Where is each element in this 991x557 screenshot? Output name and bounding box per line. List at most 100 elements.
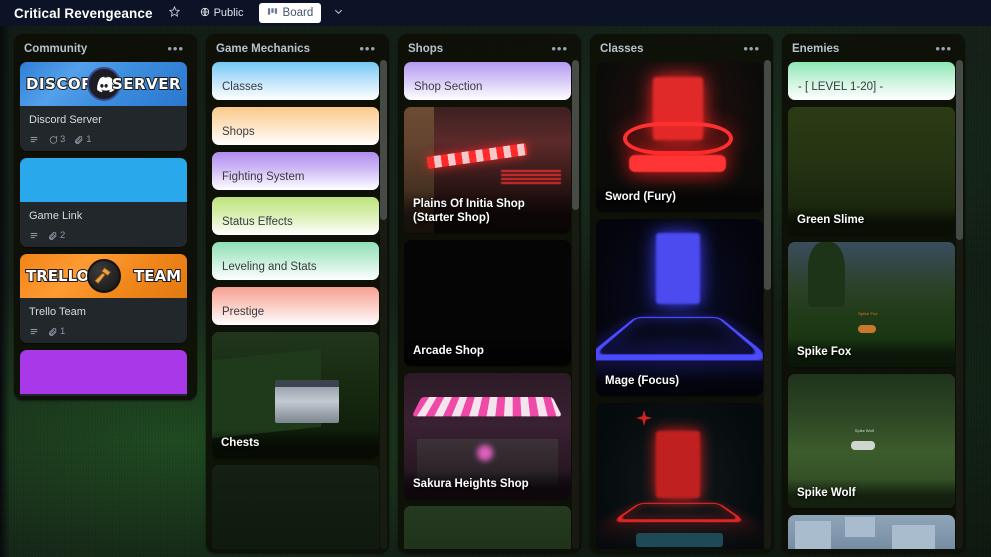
card-title: Chests	[212, 429, 379, 458]
card-dev-team[interactable]: Dev Team 1	[20, 350, 187, 396]
card-title: Shops	[222, 126, 255, 138]
list-actions-button[interactable]: •••	[164, 42, 187, 55]
card-status-effects[interactable]: Status Effects	[212, 197, 379, 235]
list-actions-button[interactable]: •••	[740, 42, 763, 55]
visibility-button[interactable]: Public	[196, 4, 248, 23]
list-cards: Classes Shops Fighting System Status Eff…	[212, 62, 385, 549]
card-badges: 2	[29, 230, 178, 241]
attachment-badge: 1	[74, 134, 92, 145]
list-cards: Shop Section Plains Of Initia Shop (Star…	[404, 62, 577, 549]
card-green-slime[interactable]: Green Slime	[788, 107, 955, 235]
list-scrollbar[interactable]	[764, 60, 771, 549]
star-button[interactable]	[165, 4, 185, 23]
card-shop-section[interactable]: Shop Section	[404, 62, 571, 100]
card-title: Spike Fox	[788, 338, 955, 367]
list-scroll-thumb[interactable]	[764, 60, 771, 290]
card-title: Sword (Fury)	[596, 183, 763, 212]
card-trello-team[interactable]: TRELLO TEAM Trello Team 1	[20, 254, 187, 343]
card-fighting-system[interactable]: Fighting System	[212, 152, 379, 190]
list-enemies: Enemies ••• - [ LEVEL 1-20] - Green Slim…	[782, 34, 965, 553]
list-scroll-thumb[interactable]	[572, 60, 579, 210]
attachment-count: 2	[60, 230, 66, 241]
card-potion-shop[interactable]: Potion Shop	[404, 506, 571, 549]
list-shops: Shops ••• Shop Section Plains Of Initia …	[398, 34, 581, 553]
list-title: Community	[24, 43, 88, 55]
card-title: Leveling and Stats	[222, 261, 317, 273]
board-title: Critical Revengeance	[14, 5, 153, 21]
attachment-icon	[48, 327, 58, 337]
board-lists-container: Community ••• DISCORD SERVER Discord Ser…	[0, 26, 991, 557]
attachment-count: 1	[86, 134, 92, 145]
card-level-range[interactable]: - [ LEVEL 1-20] -	[788, 62, 955, 100]
card-thorn-wolf[interactable]: Thorn Wolf	[788, 515, 955, 549]
zipline-image-cover	[212, 465, 379, 549]
card-chests[interactable]: Chests	[212, 332, 379, 458]
card-title: Discord Server	[29, 114, 102, 126]
card-game-link[interactable]: Game Link 2	[20, 158, 187, 247]
card-title: Sakura Heights Shop	[404, 470, 571, 499]
list-actions-button[interactable]: •••	[932, 42, 955, 55]
list-title: Shops	[408, 43, 444, 55]
card-title: Spike Wolf	[788, 479, 955, 508]
list-scrollbar[interactable]	[380, 60, 387, 549]
card-sword-fury[interactable]: Sword (Fury)	[596, 62, 763, 212]
card-title: Plains Of Initia Shop (Starter Shop)	[404, 190, 571, 233]
view-dropdown-button[interactable]	[327, 4, 349, 23]
card-body: Discord Server 3 1	[20, 106, 187, 151]
description-icon	[29, 231, 39, 241]
description-badge	[29, 327, 39, 337]
card-discord-server[interactable]: DISCORD SERVER Discord Server 3 1	[20, 62, 187, 151]
card-sakura-heights-shop[interactable]: Sakura Heights Shop	[404, 373, 571, 499]
attachment-badge: 1	[48, 326, 65, 337]
list-classes: Classes ••• Sword (Fury) Mage (Focus)	[590, 34, 773, 553]
board-top-bar: Critical Revengeance Public Board	[0, 0, 991, 26]
card-title: - [ LEVEL 1-20] -	[798, 81, 884, 93]
card-plains-of-initia-shop[interactable]: Plains Of Initia Shop (Starter Shop)	[404, 107, 571, 233]
card-spike-fox[interactable]: Spike Fox Spike Fox	[788, 242, 955, 367]
card-title: Fighting System	[222, 171, 305, 183]
list-community: Community ••• DISCORD SERVER Discord Ser…	[14, 34, 197, 400]
star-icon	[168, 4, 181, 22]
list-scroll-thumb[interactable]	[380, 60, 387, 220]
card-body: Dev Team 1	[20, 394, 187, 396]
list-scroll-thumb[interactable]	[956, 60, 963, 240]
list-scrollbar[interactable]	[956, 60, 963, 549]
thorn-wolf-image-cover: Thorn Wolf	[788, 515, 955, 549]
description-badge	[29, 135, 39, 145]
list-actions-button[interactable]: •••	[548, 42, 571, 55]
list-title: Game Mechanics	[216, 43, 310, 55]
card-title: Arcade Shop	[404, 337, 571, 366]
card-leveling-and-stats[interactable]: Leveling and Stats	[212, 242, 379, 280]
comment-count: 3	[60, 134, 66, 145]
comment-icon	[48, 135, 58, 145]
attachment-count: 1	[60, 326, 66, 337]
board-view-switcher[interactable]: Board	[258, 3, 322, 23]
card-title: Classes	[222, 81, 263, 93]
list-scrollbar[interactable]	[572, 60, 579, 549]
list-actions-button[interactable]: •••	[356, 42, 379, 55]
card-spike-wolf[interactable]: Spike Wolf Spike Wolf	[788, 374, 955, 508]
list-header: Shops •••	[404, 40, 577, 62]
board-view-label: Board	[282, 7, 314, 19]
visibility-label: Public	[213, 7, 244, 19]
card-arcade-shop[interactable]: Arcade Shop	[404, 240, 571, 366]
hammer-logo-icon	[86, 259, 121, 293]
card-title: Trello Team	[29, 306, 86, 318]
list-cards: - [ LEVEL 1-20] - Green Slime Spike Fox …	[788, 62, 961, 549]
card-classes[interactable]: Classes	[212, 62, 379, 100]
attachment-icon	[48, 231, 58, 241]
card-prestige[interactable]: Prestige	[212, 287, 379, 325]
card-title: Prestige	[222, 306, 265, 318]
card-title: Green Slime	[788, 206, 955, 235]
attachment-icon	[74, 135, 84, 145]
list-header: Community •••	[20, 40, 193, 62]
card-shops[interactable]: Shops	[212, 107, 379, 145]
card-hunter-dual-wield[interactable]: Hunter (Dual Wield)	[596, 403, 763, 549]
description-icon	[29, 327, 39, 337]
card-ziplines[interactable]: Ziplines	[212, 465, 379, 549]
card-title: Mage (Focus)	[596, 367, 763, 396]
description-icon	[29, 135, 39, 145]
card-mage-focus[interactable]: Mage (Focus)	[596, 219, 763, 396]
potion-shop-image-cover	[404, 506, 571, 549]
plain-blue-cover	[20, 158, 187, 202]
